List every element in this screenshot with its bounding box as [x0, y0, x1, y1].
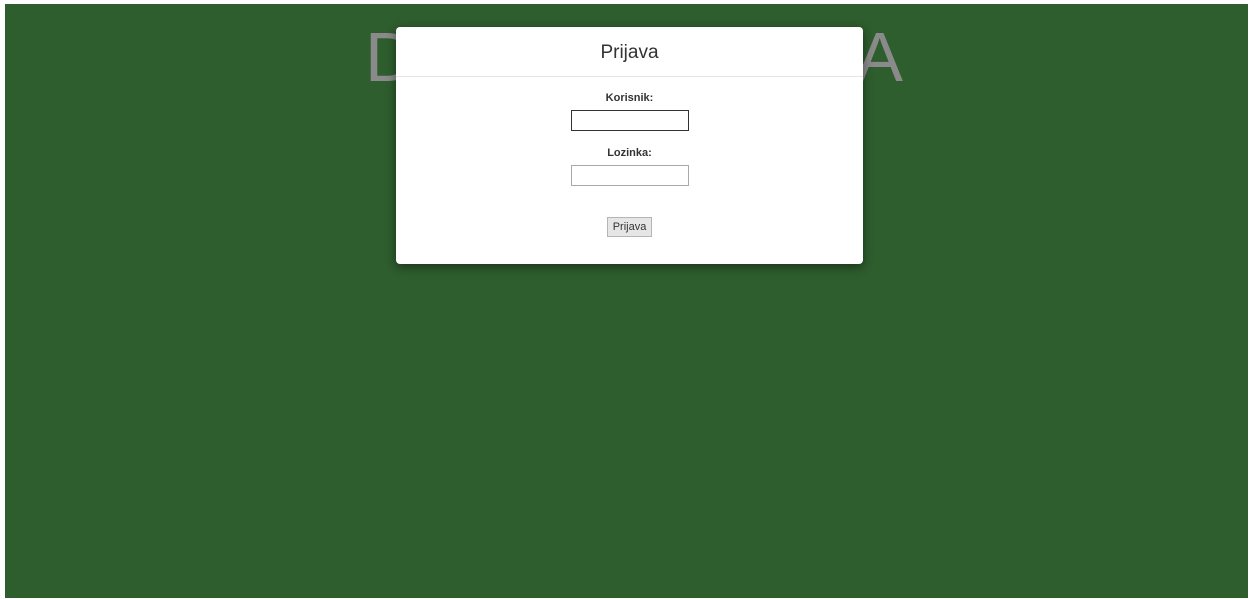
login-form: Korisnik: Lozinka: Prijava	[396, 77, 863, 237]
password-label: Lozinka:	[607, 147, 652, 159]
dialog-title: Prijava	[600, 41, 659, 63]
background-title-end: A	[856, 18, 905, 96]
page-background: D A Prijava Korisnik: Lozinka: Prijava	[5, 4, 1248, 598]
dialog-header: Prijava	[396, 27, 863, 77]
password-input[interactable]	[570, 165, 689, 186]
username-label: Korisnik:	[605, 92, 654, 104]
login-dialog: Prijava Korisnik: Lozinka: Prijava	[396, 27, 863, 264]
login-button[interactable]: Prijava	[606, 217, 653, 237]
username-input[interactable]	[570, 110, 689, 131]
